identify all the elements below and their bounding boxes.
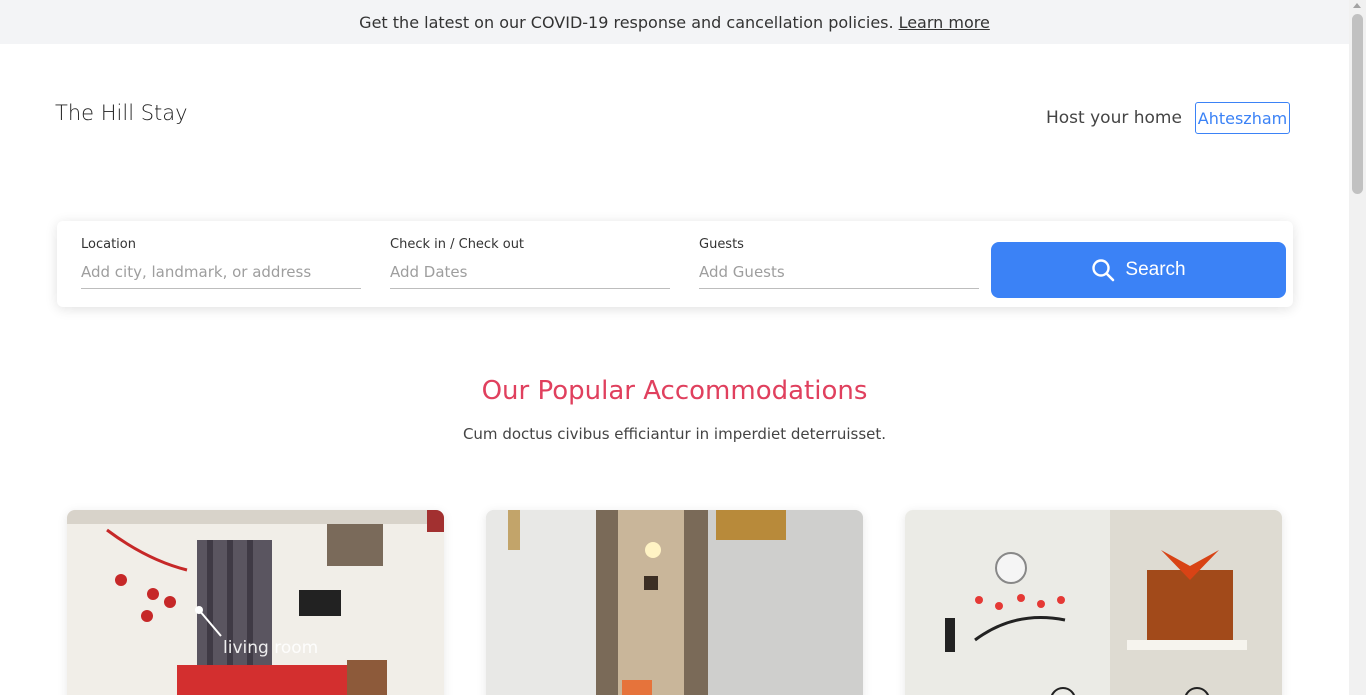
guests-input[interactable] <box>699 260 979 289</box>
search-icon <box>1092 259 1115 282</box>
accommodation-photo <box>67 510 444 695</box>
search-bar: Location Check in / Check out Guests Sea… <box>57 221 1293 307</box>
guests-field: Guests <box>699 237 979 289</box>
page-scrollbar[interactable] <box>1349 0 1366 695</box>
user-account-button[interactable]: Ahteszham <box>1195 102 1290 134</box>
accommodation-card[interactable] <box>905 510 1282 695</box>
learn-more-link[interactable]: Learn more <box>899 13 990 32</box>
photo-tag-label: living room <box>223 638 319 658</box>
location-label: Location <box>81 237 136 252</box>
accommodation-card[interactable]: living room <box>67 510 444 695</box>
covid-banner: Get the latest on our COVID-19 response … <box>0 0 1349 44</box>
banner-text: Get the latest on our COVID-19 response … <box>359 12 894 32</box>
search-button[interactable]: Search <box>991 242 1286 298</box>
brand-logo-text[interactable]: The Hill Stay <box>55 101 188 125</box>
guests-label: Guests <box>699 237 744 252</box>
dates-field: Check in / Check out <box>390 237 670 289</box>
accommodation-photo <box>905 510 1282 695</box>
search-button-label: Search <box>1125 259 1186 280</box>
location-input[interactable] <box>81 260 361 289</box>
section-title: Our Popular Accommodations <box>481 376 868 406</box>
section-subtitle: Cum doctus civibus efficiantur in imperd… <box>462 425 887 443</box>
host-your-home-link[interactable]: Host your home <box>1046 108 1182 128</box>
accommodation-card[interactable] <box>486 510 863 695</box>
dates-input[interactable] <box>390 260 670 289</box>
location-field: Location <box>81 237 361 289</box>
scroll-up-arrow-icon[interactable] <box>1353 3 1361 8</box>
scrollbar-thumb[interactable] <box>1352 14 1363 194</box>
dates-label: Check in / Check out <box>390 237 525 252</box>
accommodation-photo <box>486 510 863 695</box>
